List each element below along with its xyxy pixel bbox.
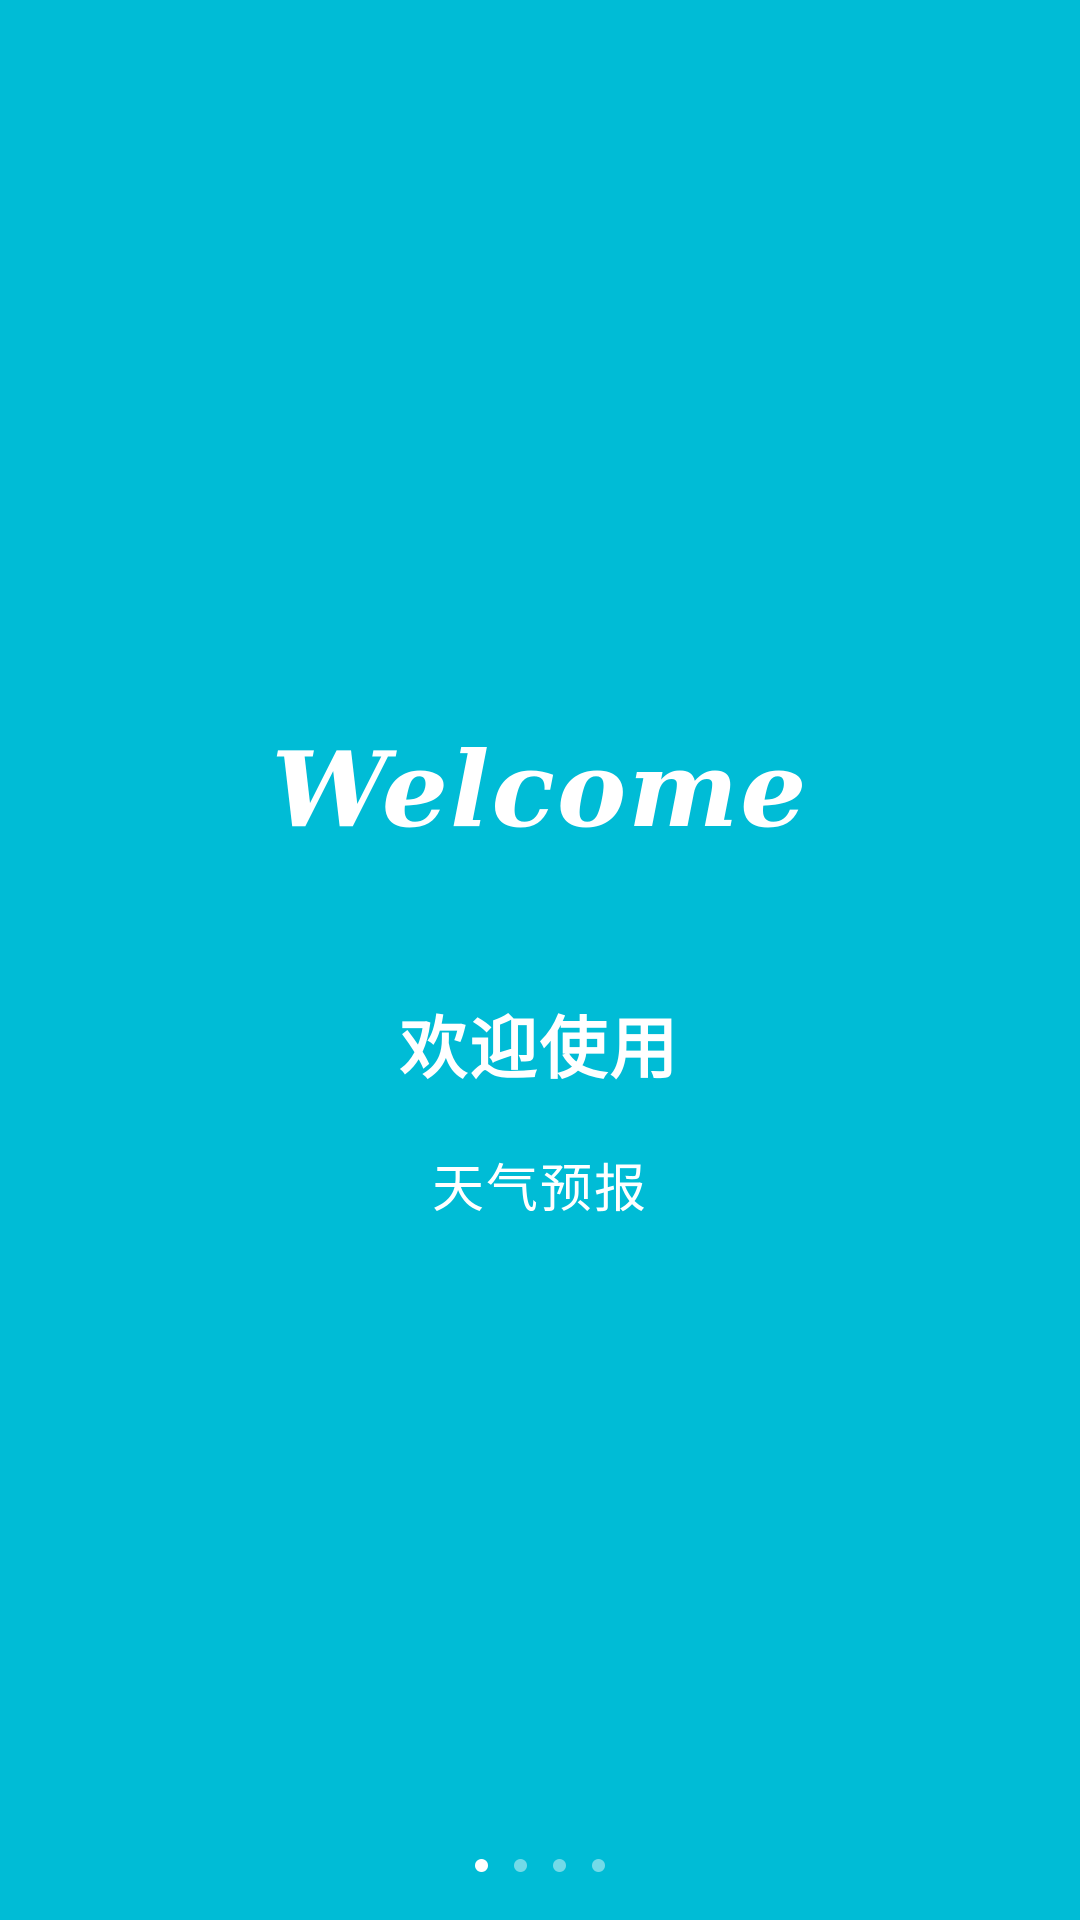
welcome-title: 欢迎使用 xyxy=(399,1010,680,1089)
page-indicator-dot-2[interactable] xyxy=(514,1858,527,1872)
page-indicator xyxy=(0,1858,1080,1872)
welcome-logo-text: Welcome xyxy=(271,728,809,851)
welcome-screen[interactable]: Welcome 欢迎使用 天气预报 xyxy=(0,0,1080,1920)
app-name-subtitle: 天气预报 xyxy=(431,1160,648,1220)
page-indicator-dot-3[interactable] xyxy=(553,1858,566,1872)
page-indicator-dot-4[interactable] xyxy=(592,1858,605,1872)
page-indicator-dot-1[interactable] xyxy=(475,1858,488,1872)
